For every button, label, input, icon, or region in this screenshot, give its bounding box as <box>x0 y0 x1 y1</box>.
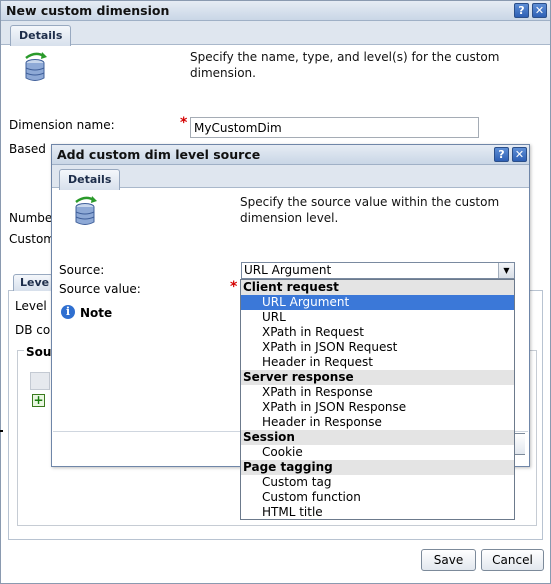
add-icon[interactable]: + <box>32 394 45 407</box>
outer-description-line2: dimension. <box>190 66 256 80</box>
dropdown-option[interactable]: XPath in Response <box>241 385 514 400</box>
source-selected-value: URL Argument <box>244 263 332 277</box>
source-grid-header <box>30 372 50 390</box>
outer-title-bar: New custom dimension ? ✕ <box>1 1 550 21</box>
dropdown-option[interactable]: URL Argument <box>241 295 514 310</box>
close-icon[interactable]: ✕ <box>532 3 547 18</box>
info-icon: i <box>61 305 75 319</box>
inner-description-line2: dimension level. <box>240 211 339 225</box>
note-label: Note <box>80 306 113 320</box>
inner-description-line1: Specify the source value within the cust… <box>240 195 500 209</box>
dropdown-option[interactable]: XPath in JSON Response <box>241 400 514 415</box>
dropdown-option[interactable]: Custom function <box>241 490 514 505</box>
dimension-name-label: Dimension name: <box>9 118 115 132</box>
database-refresh-icon <box>75 196 97 225</box>
source-label: Source: <box>59 263 105 277</box>
tab-details[interactable]: Details <box>10 25 72 46</box>
chevron-down-icon[interactable]: ▼ <box>498 263 514 278</box>
level-label: Level <box>15 299 47 313</box>
source-fieldset-legend: Sou <box>24 345 54 359</box>
save-button[interactable]: Save <box>421 549 476 571</box>
required-marker: * <box>180 115 188 131</box>
cancel-button[interactable]: Cancel <box>481 549 544 571</box>
tab-details[interactable]: Details <box>59 169 121 190</box>
tab-levels[interactable]: Leve <box>13 274 53 291</box>
inner-dialog-title: Add custom dim level source <box>57 147 261 162</box>
dropdown-option[interactable]: XPath in JSON Request <box>241 340 514 355</box>
source-dropdown-list[interactable]: Client request URL Argument URL XPath in Re… <box>240 279 515 520</box>
close-icon[interactable]: ✕ <box>512 147 527 162</box>
help-icon[interactable]: ? <box>514 3 529 18</box>
outer-tab-strip: Details <box>1 21 550 46</box>
inner-title-bar: Add custom dim level source ? ✕ <box>52 145 529 165</box>
dropdown-option[interactable]: XPath in Request <box>241 325 514 340</box>
dropdown-group-header: Page tagging <box>241 460 514 475</box>
dropdown-option[interactable]: Custom tag <box>241 475 514 490</box>
dropdown-option[interactable]: Header in Response <box>241 415 514 430</box>
inner-tab-strip: Details <box>52 165 529 190</box>
dropdown-option[interactable]: Cookie <box>241 445 514 460</box>
dimension-name-input[interactable] <box>190 117 479 138</box>
number-label: Numbe <box>9 211 53 225</box>
dropdown-group-header: Session <box>241 430 514 445</box>
db-column-label: DB co <box>15 323 51 337</box>
help-icon[interactable]: ? <box>494 147 509 162</box>
dropdown-group-header: Client request <box>241 280 514 295</box>
source-value-label: Source value: <box>59 282 141 296</box>
required-marker: * <box>230 279 238 295</box>
outer-description: Specify the name, type, and level(s) for… <box>190 49 499 81</box>
database-refresh-icon <box>25 52 47 81</box>
outer-description-line1: Specify the name, type, and level(s) for… <box>190 50 500 64</box>
based-on-label: Based <box>9 142 46 156</box>
dropdown-option[interactable]: URL <box>241 310 514 325</box>
dropdown-option[interactable]: Header in Request <box>241 355 514 370</box>
outer-dialog-title: New custom dimension <box>6 3 170 18</box>
edge-marker <box>0 430 3 432</box>
inner-description: Specify the source value within the cust… <box>240 194 499 226</box>
custom-label: Custom <box>9 232 55 246</box>
source-select[interactable]: URL Argument ▼ <box>241 262 515 279</box>
dropdown-group-header: Server response <box>241 370 514 385</box>
dropdown-option[interactable]: HTML title <box>241 505 514 519</box>
